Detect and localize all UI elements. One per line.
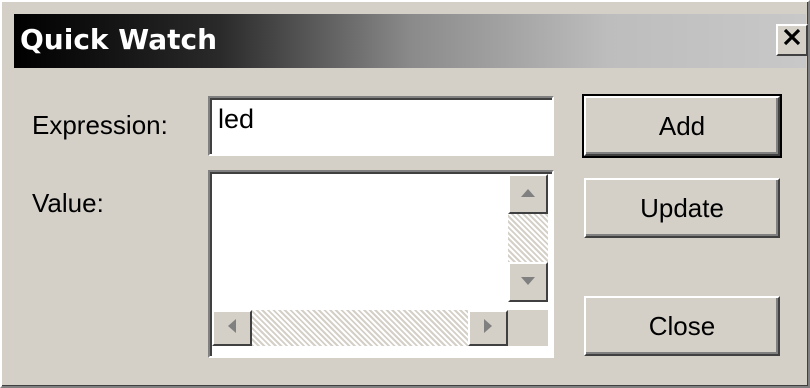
close-button[interactable]: Close — [584, 296, 780, 356]
close-window-button[interactable] — [776, 24, 808, 56]
value-display[interactable] — [208, 170, 554, 358]
dialog-title: Quick Watch — [20, 23, 217, 56]
arrow-left-icon — [227, 318, 237, 339]
scrollbar-corner — [508, 310, 548, 346]
vertical-scrollbar[interactable] — [508, 174, 548, 302]
expression-input[interactable]: led — [208, 96, 554, 156]
arrow-down-icon — [520, 273, 536, 291]
close-icon — [781, 24, 803, 54]
add-button[interactable]: Add — [582, 94, 782, 158]
title-bar[interactable]: Quick Watch — [14, 14, 808, 68]
arrow-up-icon — [520, 185, 536, 203]
value-label: Value: — [32, 188, 104, 218]
scroll-right-button[interactable] — [468, 310, 508, 346]
horizontal-scrollbar[interactable] — [212, 310, 508, 346]
arrow-right-icon — [483, 318, 493, 339]
scroll-down-button[interactable] — [508, 262, 548, 302]
scroll-left-button[interactable] — [212, 310, 252, 346]
expression-input-value: led — [218, 104, 255, 134]
scroll-up-button[interactable] — [508, 174, 548, 214]
quick-watch-dialog: Quick Watch Expression: led Value: Add U… — [0, 0, 810, 388]
expression-label: Expression: — [32, 110, 168, 140]
update-button[interactable]: Update — [584, 178, 780, 238]
